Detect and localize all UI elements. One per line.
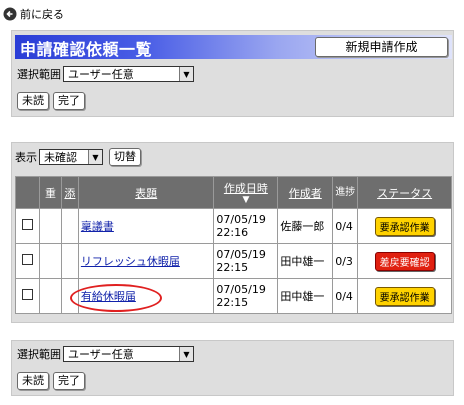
- table-row: 有給休暇届 07/05/19 22:15 田中雄一 0/4 要承認作業: [15, 278, 452, 314]
- row-date: 07/05/19: [216, 213, 266, 226]
- header-attach: 添: [60, 176, 79, 209]
- header-checkbox-col: [15, 176, 40, 209]
- title-bar: 申請確認依頼一覧 新規申請作成: [15, 35, 452, 59]
- new-request-button[interactable]: 新規申請作成: [315, 37, 448, 57]
- row-subject-link[interactable]: リフレッシュ休暇届: [81, 255, 180, 268]
- done-button[interactable]: 完了: [53, 92, 85, 110]
- row-status-button[interactable]: 要承認作業: [374, 286, 435, 306]
- row-subject-link[interactable]: 有給休暇届: [81, 290, 136, 303]
- back-link[interactable]: 前に戻る: [3, 4, 64, 24]
- row-progress: 0/3: [332, 243, 359, 279]
- chevron-down-icon: ▼: [179, 347, 193, 361]
- header-status: ステータス: [357, 176, 452, 209]
- row-progress: 0/4: [332, 208, 359, 244]
- row-checkbox[interactable]: [21, 219, 33, 230]
- range-select[interactable]: ユーザー任意 ▼: [63, 346, 194, 362]
- filter-select[interactable]: 未確認 ▼: [39, 149, 103, 165]
- row-time: 22:16: [216, 226, 249, 239]
- row-checkbox[interactable]: [21, 254, 33, 265]
- request-table: 重 添 表題 作成日時 ▼ 作成者 進捗 ステータス 稟議書 07/05/19 2…: [15, 176, 452, 314]
- row-attach-cell: [60, 208, 79, 244]
- request-list-panel: 表示 未確認 ▼ 切替 重 添 表題 作成日時 ▼ 作成者 進捗 ステータス 稟…: [11, 142, 454, 323]
- header-status-link[interactable]: ステータス: [377, 187, 432, 200]
- header-panel: 申請確認依頼一覧 新規申請作成 選択範囲 ユーザー任意 ▼ 未読 完了: [11, 30, 454, 117]
- row-attach-cell: [60, 278, 79, 314]
- unread-button[interactable]: 未読: [17, 92, 49, 110]
- header-author-link[interactable]: 作成者: [289, 187, 322, 200]
- header-subject: 表題: [77, 176, 215, 209]
- back-arrow-icon: [3, 7, 17, 21]
- done-button[interactable]: 完了: [53, 372, 85, 390]
- table-row: リフレッシュ休暇届 07/05/19 22:15 田中雄一 0/3 差戻要確認: [15, 243, 452, 279]
- header-important: 重: [38, 176, 62, 209]
- back-link-label[interactable]: 前に戻る: [20, 6, 64, 22]
- row-checkbox[interactable]: [21, 289, 33, 300]
- row-status-button[interactable]: 差戻要確認: [374, 251, 435, 271]
- filter-select-value: 未確認: [44, 151, 77, 164]
- row-author: 田中雄一: [277, 278, 334, 314]
- filter-row: 表示 未確認 ▼ 切替: [15, 148, 141, 166]
- range-select[interactable]: ユーザー任意 ▼: [63, 66, 194, 82]
- row-progress: 0/4: [332, 278, 359, 314]
- range-label: 選択範囲: [17, 68, 61, 81]
- page-title: 申請確認依頼一覧: [20, 40, 153, 59]
- table-header-row: 重 添 表題 作成日時 ▼ 作成者 進捗 ステータス: [15, 176, 452, 209]
- range-select-value: ユーザー任意: [68, 348, 134, 361]
- row-status-button[interactable]: 要承認作業: [374, 216, 435, 236]
- row-author: 佐藤一郎: [277, 208, 334, 244]
- header-created-link[interactable]: 作成日時: [224, 182, 268, 195]
- row-author: 田中雄一: [277, 243, 334, 279]
- row-important-cell: [38, 208, 62, 244]
- unread-button[interactable]: 未読: [17, 372, 49, 390]
- range-select-value: ユーザー任意: [68, 68, 134, 81]
- toggle-button[interactable]: 切替: [109, 148, 141, 166]
- header-progress: 進捗: [332, 176, 359, 209]
- chevron-down-icon: ▼: [88, 150, 102, 164]
- read-buttons: 未読 完了: [17, 372, 85, 390]
- header-created: 作成日時 ▼: [213, 176, 279, 209]
- filter-label: 表示: [15, 151, 37, 164]
- header-subject-link[interactable]: 表題: [135, 187, 157, 200]
- read-buttons: 未読 完了: [17, 92, 85, 110]
- row-attach-cell: [60, 243, 79, 279]
- range-label: 選択範囲: [17, 348, 61, 361]
- row-time: 22:15: [216, 261, 249, 274]
- header-author: 作成者: [277, 176, 334, 209]
- table-row: 稟議書 07/05/19 22:16 佐藤一郎 0/4 要承認作業: [15, 208, 452, 244]
- range-selector-row: 選択範囲 ユーザー任意 ▼: [17, 66, 194, 82]
- footer-panel: 選択範囲 ユーザー任意 ▼ 未読 完了: [11, 340, 454, 396]
- row-important-cell: [38, 243, 62, 279]
- sort-desc-icon[interactable]: ▼: [214, 196, 277, 205]
- range-selector-row: 選択範囲 ユーザー任意 ▼: [17, 346, 194, 362]
- row-date: 07/05/19: [216, 248, 266, 261]
- chevron-down-icon: ▼: [179, 67, 193, 81]
- row-important-cell: [38, 278, 62, 314]
- header-attach-link[interactable]: 添: [64, 187, 75, 200]
- row-date: 07/05/19: [216, 283, 266, 296]
- row-subject-link[interactable]: 稟議書: [81, 220, 114, 233]
- row-time: 22:15: [216, 296, 249, 309]
